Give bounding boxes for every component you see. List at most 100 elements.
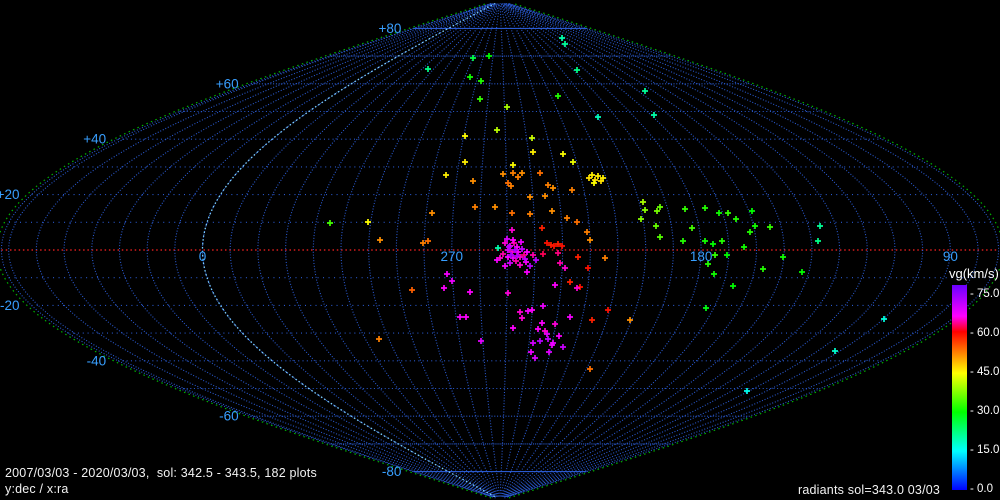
- radiant-point: [654, 208, 660, 214]
- radiant-point: [441, 285, 447, 291]
- radiant-point: [592, 177, 598, 183]
- radiant-point: [587, 366, 593, 372]
- radiant-point: [719, 238, 725, 244]
- radiant-point: [539, 320, 545, 326]
- radiant-point: [703, 305, 709, 311]
- radiant-point: [472, 204, 478, 210]
- radiant-point: [575, 254, 581, 260]
- ecliptic-edge-curve: [0, 2, 492, 499]
- radiant-point: [462, 159, 468, 165]
- map-boundary: [0, 2, 496, 499]
- radiant-point: [767, 224, 773, 230]
- radiant-point: [470, 178, 476, 184]
- grid-meridian: [368, 3, 499, 497]
- radiant-point: [530, 149, 536, 155]
- radiant-point: [557, 260, 563, 266]
- radiant-point: [546, 349, 552, 355]
- radiant-point: [449, 278, 455, 284]
- axis-mapping-label: y:dec / x:ra: [5, 482, 69, 496]
- radiant-point: [463, 314, 469, 320]
- radiant-point: [519, 315, 525, 321]
- radiant-point: [570, 159, 576, 165]
- radiant-point: [504, 104, 510, 110]
- legend-tick: - 45.0: [970, 366, 1000, 379]
- radiant-point: [550, 185, 556, 191]
- legend-tick: - 75.0: [970, 288, 1000, 301]
- radiant-point: [584, 229, 590, 235]
- radiant-point: [552, 321, 558, 327]
- radiant-point: [467, 289, 473, 295]
- radiant-point: [589, 172, 595, 178]
- radiant-point: [542, 193, 548, 199]
- dec-axis-label: +60: [216, 76, 239, 91]
- colorbar-title: vg(km/s): [949, 266, 999, 281]
- radiant-point: [517, 262, 523, 268]
- radiant-point: [505, 290, 511, 296]
- radiant-point: [429, 210, 435, 216]
- radiant-point: [555, 250, 561, 256]
- radiant-point: [689, 225, 695, 231]
- radiant-point: [569, 187, 575, 193]
- radiant-point: [780, 254, 786, 260]
- radiant-point: [444, 271, 450, 277]
- grid-meridian: [503, 3, 702, 497]
- radiant-point: [651, 112, 657, 118]
- radiant-point: [517, 309, 523, 315]
- sky-map-canvas: +80 +60 +40 +20 -20 -40 -60 -80 0 270 180 90: [0, 2, 1000, 499]
- radiant-point: [589, 317, 595, 323]
- radiant-point: [540, 303, 546, 309]
- radiant-point: [524, 269, 530, 275]
- legend-tick: - 60.0: [970, 327, 1000, 340]
- radiant-point: [525, 308, 531, 314]
- legend-tick: - 15.0: [970, 444, 1000, 457]
- radiant-point: [505, 180, 511, 186]
- radiant-point: [532, 355, 538, 361]
- ecliptic-edge-curve: [508, 2, 1000, 499]
- radiant-point: [506, 244, 512, 250]
- radiant-point: [725, 210, 731, 216]
- radiant-point: [540, 251, 546, 257]
- radiant-point: [530, 340, 536, 346]
- radiant-point: [537, 170, 543, 176]
- radiant-point: [527, 211, 533, 217]
- radiant-point: [799, 269, 805, 275]
- radiant-point: [749, 208, 755, 214]
- dec-axis-label: +40: [83, 132, 106, 147]
- radiant-point: [500, 251, 506, 257]
- radiant-point: [642, 88, 648, 94]
- dec-axis-label: -80: [382, 464, 402, 479]
- radiant-point: [642, 207, 648, 213]
- colorbar: [952, 285, 967, 490]
- date-sol-range-label: 2007/03/03 - 2020/03/03, sol: 342.5 - 34…: [5, 466, 317, 480]
- radiant-point: [377, 237, 383, 243]
- radiant-point: [733, 216, 739, 222]
- radiant-point: [524, 249, 530, 255]
- radiant-point: [574, 219, 580, 225]
- radiant-point: [760, 266, 766, 272]
- radiant-point: [511, 240, 517, 246]
- radiant-point: [533, 257, 539, 263]
- radiant-point: [443, 172, 449, 178]
- radiant-point: [710, 241, 716, 247]
- radiant-point: [552, 282, 558, 288]
- radiant-point: [545, 336, 551, 342]
- radiant-point: [752, 223, 758, 229]
- radiant-point: [564, 215, 570, 221]
- radiant-point: [513, 258, 519, 264]
- dec-axis-label: -60: [219, 409, 239, 424]
- dec-axis-label: -20: [0, 298, 20, 313]
- radiant-point: [519, 170, 525, 176]
- radiant-point: [492, 204, 498, 210]
- radiant-point: [587, 237, 593, 243]
- radiant-point: [500, 171, 506, 177]
- radiant-point: [508, 183, 514, 189]
- radiant-point: [518, 239, 524, 245]
- radiant-point: [716, 210, 722, 216]
- radiant-point: [657, 204, 663, 210]
- radiant-point: [574, 285, 580, 291]
- radiant-point: [682, 206, 688, 212]
- radiant-point: [555, 93, 561, 99]
- radiant-point: [494, 127, 500, 133]
- radiant-point: [457, 314, 463, 320]
- ra-axis-label: 270: [441, 249, 464, 264]
